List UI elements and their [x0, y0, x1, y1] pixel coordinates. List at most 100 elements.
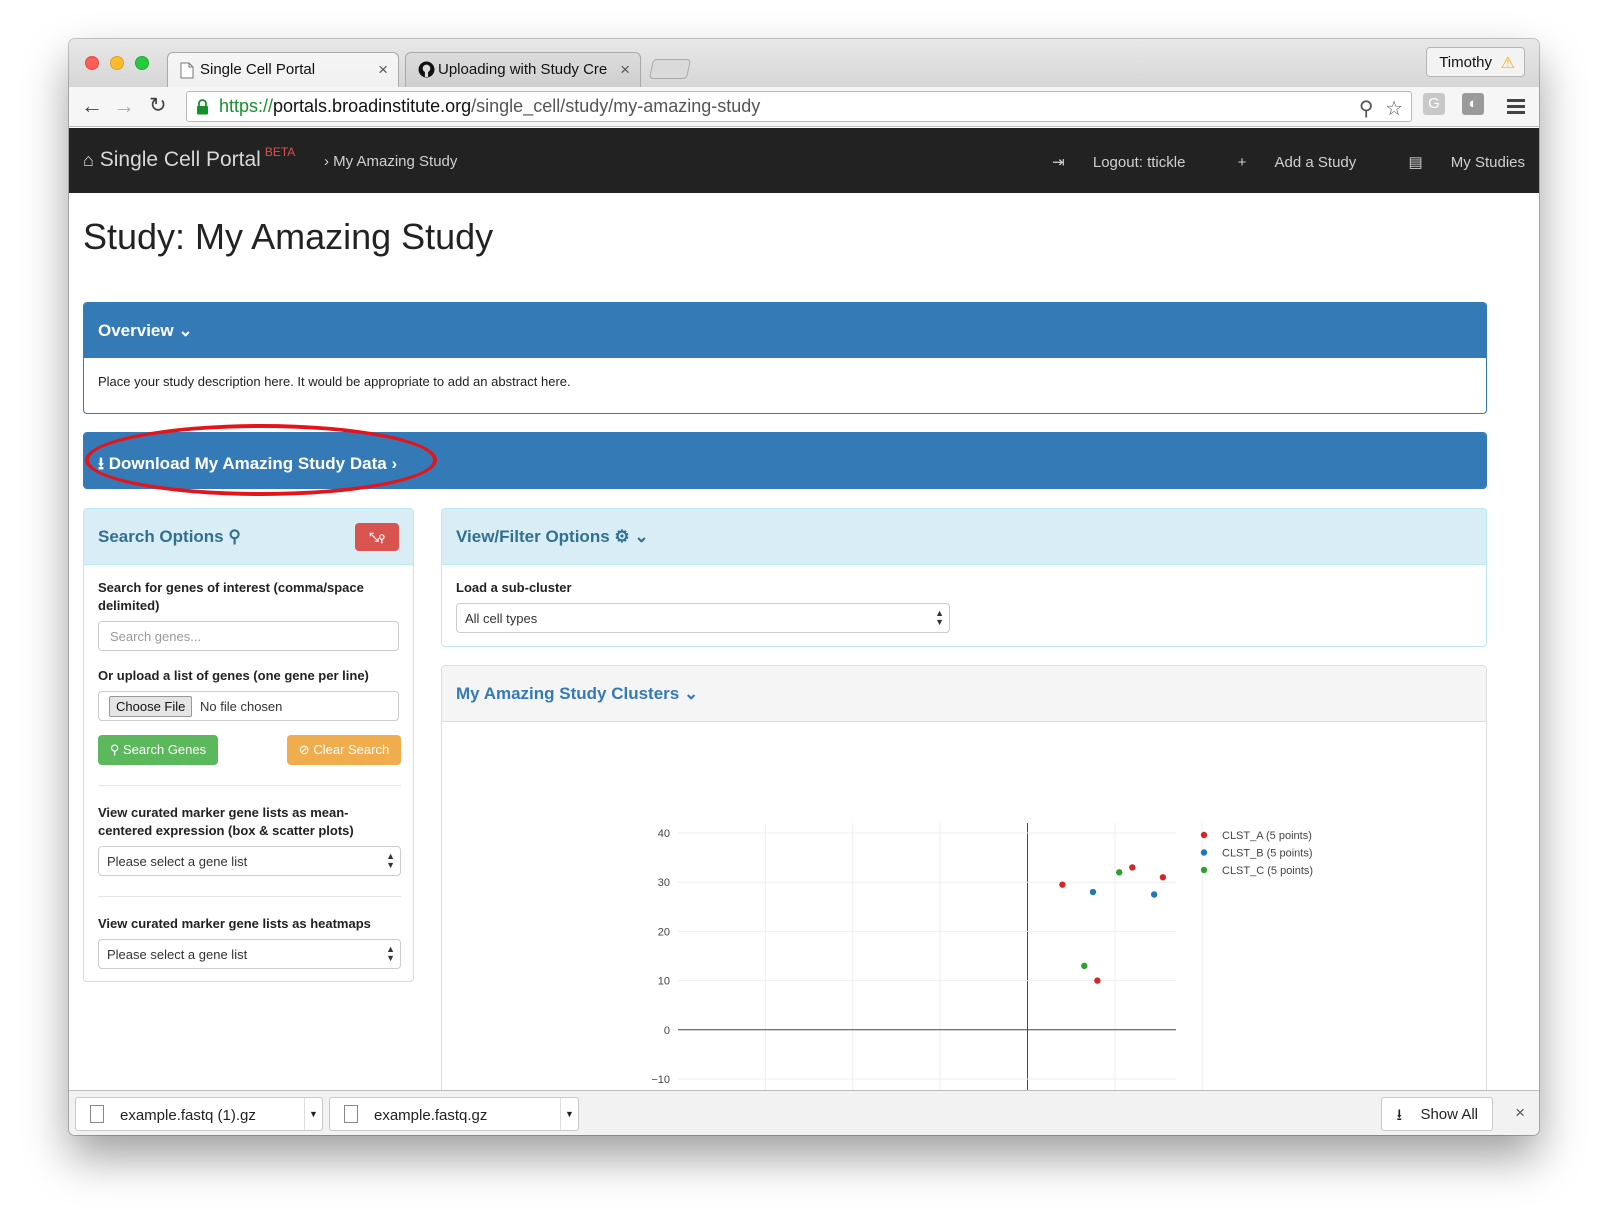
subcluster-select-value: All cell types [465, 611, 538, 626]
logout-link[interactable]: ⇥ Logout: ttickle [1028, 154, 1185, 171]
url-scheme: https:// [219, 96, 274, 116]
caret-down-icon[interactable]: ▼ [560, 1098, 578, 1130]
breadcrumb[interactable]: › My Amazing Study [324, 153, 457, 170]
upload-label: Or upload a list of genes (one gene per … [98, 668, 369, 683]
legend-label: CLST_B (5 points) [1222, 848, 1312, 860]
clusters-panel: My Amazing Study Clusters ⌄ 40 30 20 10 0 −10… [441, 665, 1487, 1090]
cluster-scatter-plot[interactable]: 40 30 20 10 0 −10 CLST_A (5 points) CLST_B (5 p… [442, 723, 1486, 1090]
clusters-header[interactable]: My Amazing Study Clusters ⌄ [442, 666, 1486, 722]
chevron-down-icon: ⌄ [683, 684, 699, 703]
file-icon [90, 1105, 104, 1123]
nav-right-links: ⇥ Logout: ttickle + Add a Study ▤ My Stu… [1004, 153, 1525, 171]
close-window-button[interactable] [85, 56, 99, 70]
caret-down-icon[interactable]: ▼ [304, 1098, 322, 1130]
study-description: Place your study description here. It wo… [98, 374, 571, 389]
download-item[interactable]: example.fastq.gz ▼ [329, 1097, 579, 1131]
search-icon[interactable]: ⚲ [1359, 98, 1374, 120]
minimize-window-button[interactable] [110, 56, 124, 70]
search-form: Search for genes of interest (comma/spac… [98, 579, 401, 969]
zoom-window-button[interactable] [135, 56, 149, 70]
y-tick-label: 0 [664, 1025, 670, 1037]
search-genes-placeholder: Search genes... [110, 629, 202, 644]
view-filter-header[interactable]: View/Filter Options ⚙ ⌄ [442, 509, 1486, 565]
plus-icon: + [1237, 154, 1247, 171]
url-host: portals.broadinstitute.org [273, 96, 472, 116]
bookmark-star-icon[interactable]: ☆ [1385, 98, 1403, 120]
logout-icon: ⇥ [1052, 154, 1065, 171]
select-arrows-icon: ▲ ▼ [386, 944, 395, 963]
marker-box-select[interactable]: Please select a gene list ▲ ▼ [98, 846, 401, 876]
search-genes-button[interactable]: ⚲ Search Genes [98, 735, 218, 765]
my-studies-link[interactable]: ▤ My Studies [1384, 154, 1525, 171]
file-icon [344, 1105, 358, 1123]
close-tab-icon[interactable]: × [378, 60, 388, 80]
y-tick-label: 40 [658, 828, 670, 840]
select-arrows-icon: ▲ ▼ [935, 608, 944, 627]
clear-search-button[interactable]: ⊘ Clear Search [287, 735, 401, 765]
book-icon: ▤ [1408, 154, 1423, 171]
reload-icon[interactable]: ↻ [149, 93, 167, 118]
page-viewport: ⌂ Single Cell Portal BETA › My Amazing St… [69, 128, 1539, 1090]
overview-panel: Overview ⌄ Place your study description … [83, 302, 1487, 414]
search-genes-input[interactable]: Search genes... [98, 621, 399, 651]
forward-arrow-icon[interactable]: → [113, 93, 135, 119]
close-downloads-icon[interactable]: × [1515, 1103, 1525, 1123]
clear-search-label: Clear Search [313, 742, 390, 757]
download-icon: ⭳ [98, 454, 104, 473]
legend-marker [1200, 849, 1208, 856]
data-point [1116, 869, 1123, 876]
warning-icon: ⚠ [1500, 55, 1515, 72]
data-point [1081, 962, 1088, 970]
show-all-downloads-button[interactable]: ⭳ Show All [1381, 1097, 1493, 1131]
choose-file-button[interactable]: Choose File [109, 696, 193, 717]
extension-g-icon[interactable]: G [1423, 93, 1445, 115]
search-buttons-row: ⚲ Search Genes ⊘ Clear Search [98, 735, 401, 765]
download-item[interactable]: example.fastq (1).gz ▼ [75, 1097, 323, 1131]
overview-heading: Overview [98, 321, 174, 340]
data-point [1159, 874, 1167, 881]
download-icon: ⭳ [1396, 1107, 1403, 1124]
brand-name: Single Cell Portal [99, 148, 261, 171]
marker-heatmap-select[interactable]: Please select a gene list ▲ ▼ [98, 939, 401, 969]
tab-title: Single Cell Portal [200, 61, 316, 78]
breadcrumb-study: My Amazing Study [333, 153, 458, 170]
site-navbar: ⌂ Single Cell Portal BETA › My Amazing St… [69, 128, 1539, 193]
search-icon: ⚲ [109, 742, 120, 757]
view-filter-heading: View/Filter Options [456, 527, 610, 546]
select-arrows-icon: ▲ ▼ [386, 851, 395, 870]
downloads-bar: example.fastq (1).gz ▼ example.fastq.gz … [69, 1090, 1539, 1135]
marker-heatmap-select-value: Please select a gene list [107, 947, 248, 962]
legend-marker [1200, 831, 1208, 839]
marker-box-select-value: Please select a gene list [107, 854, 248, 869]
no-file-text: No file chosen [200, 699, 283, 714]
tab-uploading-with-study-creator[interactable]: Uploading with Study Crea × [405, 52, 641, 88]
home-icon: ⌂ [83, 150, 94, 170]
y-tick-label: −10 [651, 1074, 670, 1086]
add-study-link[interactable]: + Add a Study [1214, 154, 1357, 171]
download-panel: ⭳ Download My Amazing Study Data › [83, 432, 1487, 489]
profile-button[interactable]: Timothy ⚠ [1426, 47, 1525, 77]
data-point [1059, 881, 1066, 888]
file-upload-field[interactable]: Choose File No file chosen [98, 691, 399, 721]
divider [98, 785, 401, 786]
subcluster-select[interactable]: All cell types ▲ ▼ [456, 603, 950, 633]
legend-label: CLST_A (5 points) [1222, 830, 1312, 842]
close-tab-icon[interactable]: × [620, 60, 630, 80]
tab-single-cell-portal[interactable]: Single Cell Portal × [167, 52, 399, 88]
extension-shield-icon[interactable]: ◐ [1462, 93, 1484, 115]
browser-toolbar: ← → ↻ https://portals.broadinstitute.org… [69, 87, 1539, 127]
back-arrow-icon[interactable]: ← [81, 93, 103, 119]
collapse-search-button[interactable]: ⤡⚲ [355, 523, 399, 551]
data-point [1129, 864, 1136, 871]
brand-link[interactable]: ⌂ Single Cell Portal BETA [83, 145, 295, 172]
lock-icon [197, 99, 208, 115]
new-tab-button[interactable] [648, 59, 692, 79]
add-study-label: Add a Study [1274, 154, 1357, 171]
download-header[interactable]: ⭳ Download My Amazing Study Data › [84, 433, 1486, 488]
legend-label: CLST_C (5 points) [1222, 865, 1313, 877]
overview-header[interactable]: Overview ⌄ [84, 303, 1486, 358]
menu-icon[interactable] [1507, 99, 1525, 117]
address-bar[interactable]: https://portals.broadinstitute.org/singl… [186, 91, 1412, 122]
data-point [1094, 977, 1101, 984]
search-icon: ⚲ [228, 527, 241, 546]
